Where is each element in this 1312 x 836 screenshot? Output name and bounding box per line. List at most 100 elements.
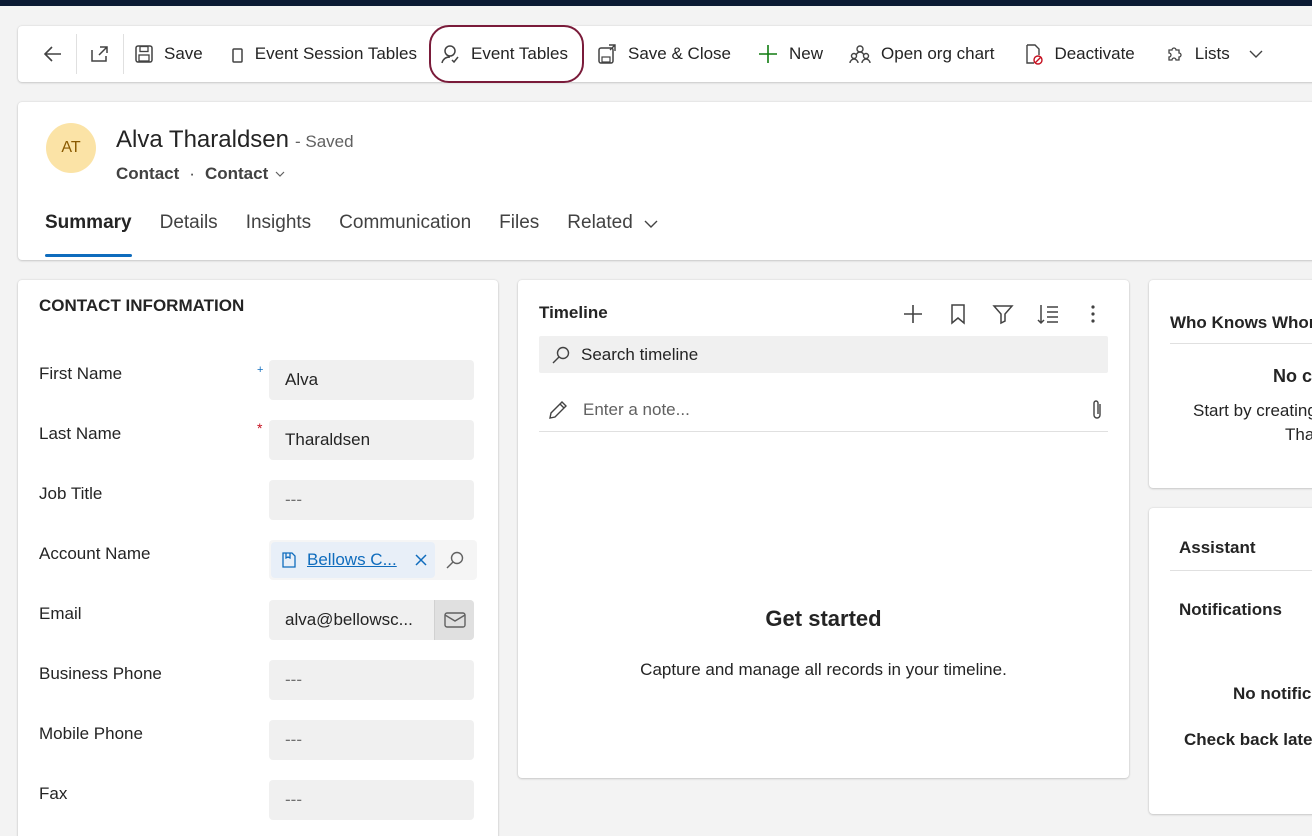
mobile-phone-label: Mobile Phone bbox=[39, 724, 143, 743]
empty-state-title: Get started bbox=[765, 606, 882, 631]
form-tabs: Summary Details Insights Communication F… bbox=[45, 208, 687, 257]
save-icon bbox=[135, 45, 153, 63]
lists-button[interactable]: Lists bbox=[1157, 34, 1272, 74]
tab-insights[interactable]: Insights bbox=[246, 208, 311, 254]
timeline-title: Timeline bbox=[539, 303, 608, 322]
start-by-text: Start by creating bbox=[1193, 401, 1312, 420]
sort-icon bbox=[1036, 305, 1058, 325]
separator-dot: · bbox=[189, 164, 195, 183]
save-close-icon bbox=[598, 44, 616, 64]
popout-button[interactable] bbox=[79, 34, 121, 74]
save-and-close-button[interactable]: Save & Close bbox=[588, 34, 739, 74]
divider bbox=[1170, 343, 1312, 344]
divider bbox=[123, 34, 124, 74]
job-title-row: Job Title --- bbox=[39, 480, 475, 520]
contact-information-section: CONTACT INFORMATION First Name + Alva La… bbox=[18, 280, 498, 836]
account-link[interactable]: Bellows C... bbox=[307, 550, 397, 570]
save-button[interactable]: Save bbox=[126, 34, 211, 74]
search-placeholder: Search timeline bbox=[581, 344, 699, 364]
assistant-section: Assistant Notifications No notific Check… bbox=[1149, 508, 1312, 814]
account-name-label: Account Name bbox=[39, 544, 151, 563]
account-name-row: Account Name Bellows C... bbox=[39, 540, 477, 580]
open-org-chart-label: Open org chart bbox=[881, 44, 995, 63]
account-icon bbox=[282, 552, 296, 568]
close-icon[interactable] bbox=[415, 554, 427, 566]
table-icon bbox=[232, 48, 243, 63]
deactivate-icon bbox=[1026, 44, 1044, 65]
fax-row: Fax --- bbox=[39, 780, 475, 820]
record-header: AT Alva Tharaldsen - Saved Contact · Cont… bbox=[18, 102, 1312, 260]
sort-button[interactable] bbox=[1025, 300, 1070, 328]
recommended-indicator: + bbox=[257, 364, 264, 376]
mobile-phone-field[interactable]: --- bbox=[269, 720, 474, 760]
last-name-label: Last Name bbox=[39, 424, 122, 443]
last-name-row: Last Name * Tharaldsen bbox=[39, 420, 475, 460]
send-email-button[interactable] bbox=[434, 600, 474, 640]
divider bbox=[76, 34, 77, 74]
first-name-row: First Name + Alva bbox=[39, 360, 475, 400]
no-notifications-text: No notific bbox=[1233, 684, 1312, 703]
email-value: alva@bellowsc... bbox=[285, 610, 413, 629]
save-status: - Saved bbox=[295, 132, 354, 151]
last-name-field[interactable]: Tharaldsen bbox=[269, 420, 474, 460]
email-field[interactable]: alva@bellowsc... bbox=[269, 600, 474, 640]
tab-communication[interactable]: Communication bbox=[339, 208, 471, 254]
fax-label: Fax bbox=[39, 784, 68, 803]
fax-field[interactable]: --- bbox=[269, 780, 474, 820]
tab-summary[interactable]: Summary bbox=[45, 208, 132, 257]
filter-icon bbox=[991, 305, 1014, 325]
no-connections-text: No co bbox=[1273, 366, 1312, 386]
attachment-icon[interactable] bbox=[1090, 398, 1104, 422]
assistant-title: Assistant bbox=[1179, 538, 1256, 557]
chevron-down-icon bbox=[644, 220, 658, 228]
plus-icon bbox=[903, 305, 922, 323]
command-bar: Save Event Session Tables Event Tables S… bbox=[18, 25, 1312, 83]
deactivate-button[interactable]: Deactivate bbox=[1014, 34, 1142, 74]
entity-name: Contact bbox=[116, 164, 180, 183]
tab-files[interactable]: Files bbox=[499, 208, 539, 254]
save-label: Save bbox=[164, 44, 203, 63]
event-session-tables-button[interactable]: Event Session Tables bbox=[223, 34, 425, 74]
event-session-tables-label: Event Session Tables bbox=[254, 44, 417, 63]
org-chart-icon bbox=[849, 45, 871, 64]
tab-related[interactable]: Related bbox=[567, 208, 659, 254]
job-title-field[interactable]: --- bbox=[269, 480, 474, 520]
account-lookup-tag[interactable]: Bellows C... bbox=[271, 542, 435, 578]
account-name-lookup[interactable]: Bellows C... bbox=[269, 540, 477, 580]
search-icon[interactable] bbox=[445, 550, 465, 570]
back-button[interactable] bbox=[32, 34, 74, 74]
add-activity-button[interactable] bbox=[890, 300, 935, 328]
empty-state-subtitle: Capture and manage all records in your t… bbox=[640, 660, 1007, 679]
note-placeholder: Enter a note... bbox=[583, 399, 690, 419]
event-tables-button[interactable]: Event Tables bbox=[428, 25, 585, 83]
business-phone-field[interactable]: --- bbox=[269, 660, 474, 700]
first-name-field[interactable]: Alva bbox=[269, 360, 474, 400]
who-knows-whom-section: Who Knows Whom No co Start by creating T… bbox=[1149, 280, 1312, 488]
bookmark-icon bbox=[950, 304, 965, 325]
deactivate-label: Deactivate bbox=[1054, 44, 1135, 63]
note-input[interactable]: Enter a note... bbox=[539, 388, 1108, 432]
timeline-search-input[interactable]: Search timeline bbox=[539, 336, 1108, 373]
tab-details[interactable]: Details bbox=[160, 208, 218, 254]
avatar: AT bbox=[46, 123, 96, 173]
timeline-section: Timeline Search timeline Enter a note...… bbox=[518, 280, 1129, 778]
notifications-heading: Notifications bbox=[1179, 600, 1282, 619]
form-selector[interactable]: Contact bbox=[205, 164, 268, 184]
lists-label: Lists bbox=[1194, 44, 1230, 63]
required-indicator: * bbox=[257, 420, 263, 436]
filter-button[interactable] bbox=[980, 300, 1025, 328]
open-in-new-window-icon bbox=[91, 46, 108, 62]
person-icon bbox=[441, 45, 459, 64]
plus-icon bbox=[759, 45, 778, 63]
bookmark-button[interactable] bbox=[935, 300, 980, 328]
tab-related-label: Related bbox=[567, 212, 633, 233]
business-phone-row: Business Phone --- bbox=[39, 660, 475, 700]
chevron-down-icon[interactable] bbox=[274, 168, 286, 180]
more-options-button[interactable] bbox=[1070, 300, 1115, 328]
event-tables-label: Event Tables bbox=[470, 44, 569, 63]
email-row: Email alva@bellowsc... bbox=[39, 600, 475, 640]
new-button[interactable]: New bbox=[749, 34, 831, 74]
open-org-chart-button[interactable]: Open org chart bbox=[841, 34, 1002, 74]
chevron-down-icon bbox=[1249, 50, 1263, 58]
save-and-close-label: Save & Close bbox=[628, 44, 732, 63]
